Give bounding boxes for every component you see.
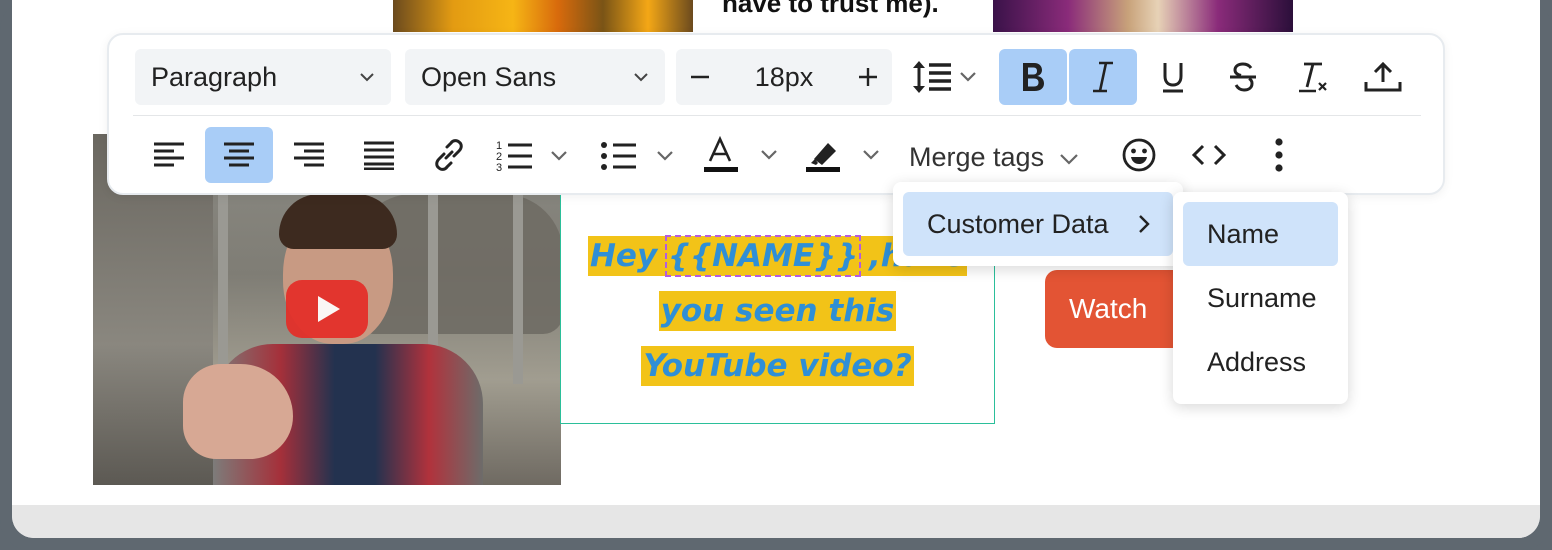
line-height-button[interactable] (905, 49, 985, 105)
menu-item-surname[interactable]: Surname (1183, 266, 1338, 330)
font-size-value[interactable]: 18px (724, 49, 844, 105)
font-family-select[interactable]: Open Sans (405, 49, 665, 105)
bullet-list-button[interactable] (595, 127, 695, 183)
galaxy-cat-image (993, 0, 1293, 32)
chevron-down-icon (634, 73, 648, 82)
highlighter-icon (806, 143, 879, 172)
ordered-list-button[interactable]: 1 2 3 (489, 127, 589, 183)
align-left-button[interactable] (135, 127, 203, 183)
minus-icon (691, 75, 709, 79)
text-color-icon (704, 135, 777, 172)
top-text-fragment: have to trust me). (722, 0, 939, 18)
menu-item-address[interactable]: Address (1183, 330, 1338, 394)
chevron-right-icon (1139, 215, 1150, 233)
strikethrough-button[interactable] (1209, 49, 1277, 105)
line2: you seen this (658, 291, 897, 331)
youtube-play-icon[interactable] (286, 280, 368, 338)
link-icon (435, 139, 463, 171)
code-icon (1191, 144, 1227, 166)
font-family-value: Open Sans (421, 62, 557, 92)
link-button[interactable] (415, 127, 483, 183)
italic-button[interactable] (1069, 49, 1137, 105)
source-code-button[interactable] (1175, 127, 1243, 183)
underline-icon (1163, 63, 1183, 93)
upload-icon (1364, 61, 1402, 92)
underline-button[interactable] (1139, 49, 1207, 105)
thumb-fence-post (513, 194, 523, 384)
toolbar-divider (133, 115, 1421, 116)
italic-icon (1093, 61, 1113, 93)
menu-item-name[interactable]: Name (1183, 202, 1338, 266)
bold-icon (1023, 63, 1044, 91)
align-justify-icon (364, 141, 394, 170)
align-right-button[interactable] (275, 127, 343, 183)
block-format-select[interactable]: Paragraph (135, 49, 391, 105)
align-right-icon (294, 142, 324, 167)
merge-tags-dropdown[interactable]: Merge tags (909, 135, 1080, 179)
highlight-color-button[interactable] (799, 127, 899, 183)
line-height-icon (913, 61, 976, 93)
line1-prefix: Hey (589, 238, 668, 274)
insert-button[interactable] (1349, 49, 1417, 105)
emoji-icon (1122, 138, 1156, 172)
merge-tags-menu: Customer Data (893, 182, 1183, 266)
align-center-icon (224, 142, 254, 167)
bottom-bar (12, 505, 1540, 538)
align-justify-button[interactable] (345, 127, 413, 183)
thumb-fence-post (218, 194, 228, 384)
menu-item-label: Customer Data (927, 209, 1109, 239)
align-center-button[interactable] (205, 127, 273, 183)
bold-button[interactable] (999, 49, 1067, 105)
thumb-person (183, 194, 483, 485)
align-left-icon (154, 142, 184, 167)
customer-data-submenu: Name Surname Address (1173, 192, 1348, 404)
more-vertical-icon (1275, 138, 1283, 172)
block-format-value: Paragraph (151, 62, 278, 92)
strikethrough-icon (1230, 62, 1256, 92)
menu-item-customer-data[interactable]: Customer Data (903, 192, 1173, 256)
svg-text:3: 3 (496, 162, 502, 173)
clear-formatting-button[interactable] (1279, 49, 1347, 105)
chevron-down-icon (360, 73, 374, 82)
sunflower-image (393, 0, 693, 32)
merge-tag-name[interactable]: {{NAME}} (664, 235, 862, 277)
merge-tags-label: Merge tags (909, 142, 1045, 172)
font-size-increase-button[interactable] (844, 49, 892, 105)
line3: YouTube video? (641, 346, 914, 386)
rich-text-toolbar: Paragraph Open Sans 18px 1 2 3 Merge tag… (107, 33, 1445, 195)
emoji-button[interactable] (1105, 127, 1173, 183)
ordered-list-icon: 1 2 3 (496, 140, 567, 173)
font-size-decrease-button[interactable] (676, 49, 724, 105)
bullet-list-icon (601, 142, 673, 170)
chevron-down-icon (1059, 154, 1078, 165)
font-size-stepper: 18px (676, 49, 892, 105)
plus-icon (859, 68, 877, 86)
clear-formatting-icon (1299, 62, 1327, 93)
text-color-button[interactable] (697, 127, 797, 183)
more-options-button[interactable] (1245, 127, 1313, 183)
